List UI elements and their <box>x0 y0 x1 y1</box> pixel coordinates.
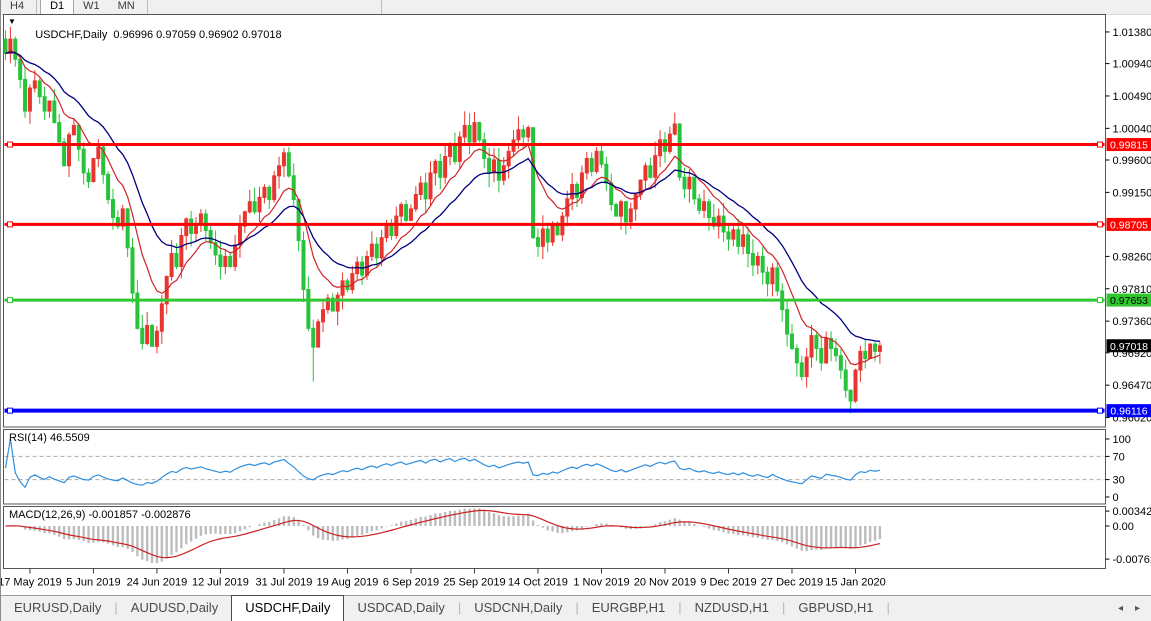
svg-text:1.00940: 1.00940 <box>1113 59 1151 71</box>
symbol-period-label: USDCHF,Daily <box>35 29 107 41</box>
chart-title: USDCHF,Daily 0.96996 0.97059 0.96902 0.97… <box>23 17 288 53</box>
svg-text:25 Sep 2019: 25 Sep 2019 <box>443 577 505 589</box>
tab-EURUSD-Daily[interactable]: EURUSD,Daily <box>1 596 114 621</box>
svg-text:6 Sep 2019: 6 Sep 2019 <box>383 577 439 589</box>
svg-text:0.97018: 0.97018 <box>1110 341 1148 353</box>
chart-canvas: 1.01380 1.00940 1.00490 1.00040 0.99600 0.991… <box>1 0 1151 596</box>
tab-NZDUSD-H1[interactable]: NZDUSD,H1 <box>682 596 782 621</box>
svg-text:0.96470: 0.96470 <box>1113 380 1151 392</box>
svg-text:30: 30 <box>1113 475 1125 487</box>
svg-text:20 Nov 2019: 20 Nov 2019 <box>634 577 696 589</box>
tab-USDCAD-Daily[interactable]: USDCAD,Daily <box>344 596 457 621</box>
svg-text:0.99600: 0.99600 <box>1113 155 1151 167</box>
tab-AUDUSD-Daily[interactable]: AUDUSD,Daily <box>118 596 231 621</box>
price-badge-0.96116: 0.96116 <box>1107 404 1151 418</box>
date-axis: 17 May 2019 5 Jun 2019 24 Jun 2019 12 Jul 2… <box>1 569 886 589</box>
panel-frames <box>4 15 1106 569</box>
chart-dropdown-icon[interactable]: ▼ <box>8 17 16 26</box>
svg-text:0.97360: 0.97360 <box>1113 316 1151 328</box>
tabs-holder: EURUSD,Daily|AUDUSD,DailyUSDCHF,DailyUSD… <box>1 596 890 621</box>
chart-tab-bar: EURUSD,Daily|AUDUSD,DailyUSDCHF,DailyUSD… <box>1 595 1151 621</box>
svg-text:0.98705: 0.98705 <box>1110 219 1148 231</box>
svg-text:-0.007615: -0.007615 <box>1113 554 1151 566</box>
svg-text:0: 0 <box>1113 492 1119 504</box>
tab-USDCHF-Daily[interactable]: USDCHF,Daily <box>231 595 344 621</box>
tab-USDCNH-Daily[interactable]: USDCNH,Daily <box>461 596 575 621</box>
price-badge-0.98705: 0.98705 <box>1107 218 1151 232</box>
svg-text:31 Jul 2019: 31 Jul 2019 <box>255 577 312 589</box>
terminal-window: H4D1W1MN 1.013801.009401.004901.000400.9… <box>0 0 1151 621</box>
svg-text:1.00490: 1.00490 <box>1113 91 1151 103</box>
svg-text:5 Jun 2019: 5 Jun 2019 <box>66 577 120 589</box>
svg-text:70: 70 <box>1113 451 1125 463</box>
svg-text:1.01380: 1.01380 <box>1113 27 1151 39</box>
scroll-left-icon[interactable]: ◂ <box>1118 603 1123 614</box>
svg-text:0.99815: 0.99815 <box>1110 140 1148 152</box>
price-badge-0.97653: 0.97653 <box>1107 294 1151 308</box>
svg-text:19 Aug 2019: 19 Aug 2019 <box>317 577 379 589</box>
svg-text:1.00040: 1.00040 <box>1113 123 1151 135</box>
ohlc-values: 0.96996 0.97059 0.96902 0.97018 <box>113 29 281 41</box>
svg-text:12 Jul 2019: 12 Jul 2019 <box>192 577 249 589</box>
scroll-right-icon[interactable]: ▸ <box>1135 603 1140 614</box>
svg-text:100: 100 <box>1113 434 1131 446</box>
svg-text:1 Nov 2019: 1 Nov 2019 <box>573 577 629 589</box>
svg-text:15 Jan 2020: 15 Jan 2020 <box>825 577 886 589</box>
svg-text:0.98260: 0.98260 <box>1113 251 1151 263</box>
svg-text:24 Jun 2019: 24 Jun 2019 <box>127 577 188 589</box>
svg-text:27 Dec 2019: 27 Dec 2019 <box>761 577 823 589</box>
svg-text:0.99150: 0.99150 <box>1113 187 1151 199</box>
tab-scroll-buttons: ◂ ▸ <box>1118 596 1151 621</box>
svg-text:17 May 2019: 17 May 2019 <box>1 577 62 589</box>
rsi-indicator-label: RSI(14) 46.5509 <box>9 432 90 444</box>
macd-indicator-label: MACD(12,26,9) -0.001857 -0.002876 <box>9 509 191 521</box>
svg-text:0.97653: 0.97653 <box>1110 295 1148 307</box>
svg-text:0.003428: 0.003428 <box>1113 506 1151 518</box>
svg-text:0.00: 0.00 <box>1113 521 1134 533</box>
tab-GBPUSD-H1[interactable]: GBPUSD,H1 <box>785 596 886 621</box>
svg-text:9 Dec 2019: 9 Dec 2019 <box>700 577 756 589</box>
svg-text:0.96116: 0.96116 <box>1110 406 1147 418</box>
price-badge-0.99815: 0.99815 <box>1107 138 1151 152</box>
price-badge-0.97018: 0.97018 <box>1107 339 1151 353</box>
hline-0.96116[interactable] <box>5 408 1105 413</box>
tab-EURGBP-H1[interactable]: EURGBP,H1 <box>579 596 678 621</box>
svg-text:14 Oct 2019: 14 Oct 2019 <box>508 577 568 589</box>
tab-separator: | <box>887 596 890 621</box>
